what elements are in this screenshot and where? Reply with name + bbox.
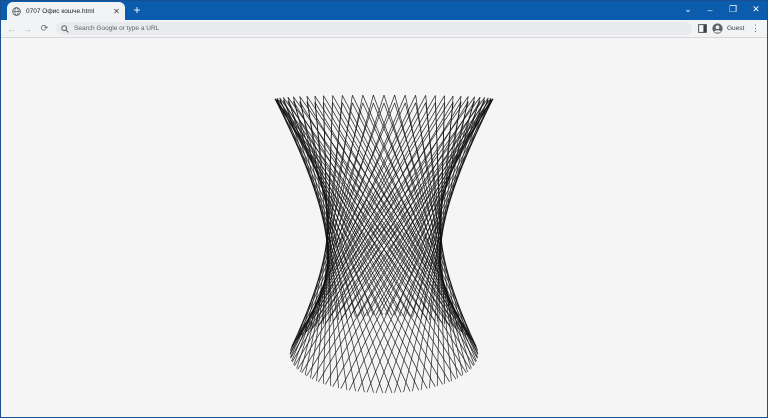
page-content [1,38,767,417]
forward-button[interactable]: → [21,22,34,35]
tab-strip: 0707 Офис кошче.html ✕ + ⌄ – ❐ ✕ [1,1,767,20]
tab-close-icon[interactable]: ✕ [111,6,122,17]
string-line [362,102,477,348]
back-button[interactable]: ← [5,22,18,35]
tab-search-dropdown-icon[interactable]: ⌄ [677,1,699,18]
browser-window: 0707 Офис кошче.html ✕ + ⌄ – ❐ ✕ ← → ⟳ S… [0,0,768,418]
string-line [384,97,486,394]
reload-button[interactable]: ⟳ [38,22,51,35]
string-line [375,99,489,316]
address-placeholder: Search Google or type a URL [74,25,160,32]
browser-toolbar: ← → ⟳ Search Google or type a URL Guest … [1,20,767,38]
close-window-button[interactable]: ✕ [745,1,767,18]
new-tab-button[interactable]: + [131,4,143,16]
profile-label: Guest [727,25,745,32]
string-line [403,101,475,316]
profile-button[interactable]: Guest [712,22,744,35]
globe-icon [12,6,21,16]
menu-icon[interactable]: ⋮ [751,23,760,34]
tab-active[interactable]: 0707 Офис кошче.html ✕ [7,2,125,20]
tab-title: 0707 Офис кошче.html [26,7,95,15]
minimize-button[interactable]: – [699,1,721,18]
avatar-icon [712,23,723,34]
search-icon [61,24,69,33]
hyperboloid-drawing [274,94,494,394]
restore-button[interactable]: ❐ [722,1,744,18]
string-line [282,97,384,394]
address-bar[interactable]: Search Google or type a URL [56,22,692,35]
side-panel-icon[interactable] [698,24,707,33]
